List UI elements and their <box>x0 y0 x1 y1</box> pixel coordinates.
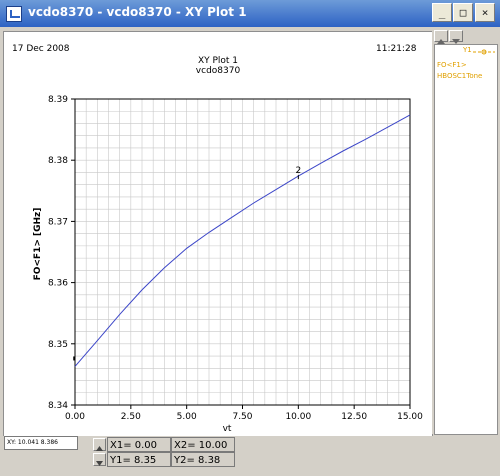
marker-up-button[interactable] <box>93 438 106 451</box>
legend-panel: Y1 FO<F1> HBOSC1Tone <box>432 28 498 435</box>
plot-subtitle: vcdo8370 <box>196 66 241 76</box>
marker-down-button[interactable] <box>93 453 106 466</box>
y-tick-label: 8.37 <box>48 217 68 227</box>
legend-entry-line2: HBOSC1Tone <box>437 72 483 80</box>
xy-plot-window: vcdo8370 - vcdo8370 - XY Plot 1 _ □ × 17… <box>0 0 500 476</box>
y-axis-label: FO<F1> [GHz] <box>33 208 43 281</box>
marker-label: 2 <box>295 166 301 176</box>
x-tick-label: 0.00 <box>65 412 85 422</box>
y-tick-label: 8.36 <box>48 279 68 289</box>
app-icon <box>6 6 22 22</box>
x-tick-label: 7.50 <box>232 412 252 422</box>
restore-button[interactable]: □ <box>453 3 473 22</box>
x-tick-label: 10.00 <box>285 412 311 422</box>
plot-pane[interactable]: 17 Dec 2008 11:21:28 XY Plot 1 vcdo8370 … <box>3 31 433 437</box>
legend-entry-line1: FO<F1> <box>437 61 467 69</box>
xy-chart: 17 Dec 2008 11:21:28 XY Plot 1 vcdo8370 … <box>12 44 423 434</box>
scroll-up-button[interactable] <box>434 30 448 44</box>
marker-y2: Y2= 8.38 <box>171 452 235 467</box>
marker-x1: X1= 0.00 <box>107 437 171 452</box>
x-tick-label: 15.00 <box>397 412 423 422</box>
legend-empty-area <box>434 112 498 435</box>
x-tick-label: 5.00 <box>177 412 197 422</box>
plot-time: 11:21:28 <box>376 44 417 54</box>
marker-y1: Y1= 8.35 <box>107 452 171 467</box>
series-layer: 2 <box>73 114 411 367</box>
plot-title: XY Plot 1 <box>198 56 238 66</box>
x-tick-label: 2.50 <box>121 412 141 422</box>
title-bar[interactable]: vcdo8370 - vcdo8370 - XY Plot 1 _ □ × <box>0 0 500 27</box>
x-axis-label: vt <box>223 424 232 434</box>
grid <box>75 99 410 405</box>
tick-labels: 0.00 2.50 5.00 7.50 10.00 12.50 15.00 8.34 8.35 8… <box>48 95 423 422</box>
window-title: vcdo8370 - vcdo8370 - XY Plot 1 <box>28 5 247 19</box>
plot-date: 17 Dec 2008 <box>12 44 70 54</box>
y-tick-label: 8.38 <box>48 156 68 166</box>
xy-readout: XY: 10.041 8.386 <box>4 436 78 450</box>
triangle-down-icon <box>96 461 103 466</box>
scroll-down-button[interactable] <box>449 30 463 44</box>
status-bar: XY: 10.041 8.386 X1= 0.00 X2= 10.00 Y1= … <box>0 436 500 476</box>
legend-y-indicator: Y1 <box>463 46 472 54</box>
y-tick-label: 8.34 <box>48 401 68 411</box>
marker-x2: X2= 10.00 <box>171 437 235 452</box>
legend-line-icon <box>473 49 495 55</box>
marker-readout: X1= 0.00 X2= 10.00 Y1= 8.35 Y2= 8.38 <box>107 436 237 468</box>
y-tick-label: 8.35 <box>48 340 68 350</box>
close-button[interactable]: × <box>475 3 495 22</box>
y-tick-label: 8.39 <box>48 95 68 105</box>
x-tick-label: 12.50 <box>341 412 367 422</box>
minimize-button[interactable]: _ <box>432 3 452 22</box>
axes <box>71 98 411 409</box>
legend-entry[interactable]: Y1 FO<F1> HBOSC1Tone <box>434 44 498 114</box>
